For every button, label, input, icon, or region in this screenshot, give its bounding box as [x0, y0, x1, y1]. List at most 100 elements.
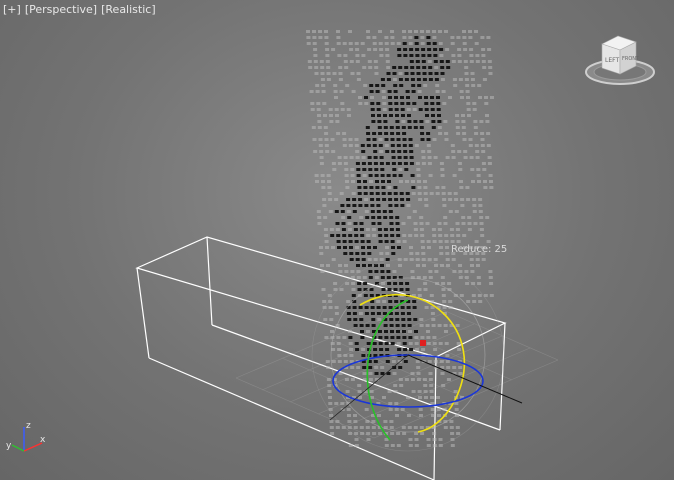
voxel [394, 312, 399, 315]
voxel [358, 204, 363, 207]
voxel [313, 60, 318, 63]
voxel [311, 126, 316, 129]
voxel [355, 156, 360, 159]
voxel [398, 66, 403, 69]
voxel [362, 366, 367, 369]
voxel [376, 210, 381, 213]
voxel [424, 108, 429, 111]
voxel [347, 426, 352, 429]
voxel [374, 174, 379, 177]
voxel [359, 216, 364, 219]
voxel [480, 36, 485, 39]
voxel [318, 138, 323, 141]
viewcube-icon[interactable]: LEFT FRONT [584, 30, 660, 90]
voxel [392, 168, 397, 171]
voxel [329, 228, 334, 231]
voxel [474, 132, 479, 135]
voxel [405, 180, 409, 183]
box-wireframe[interactable] [135, 236, 507, 480]
voxel [346, 210, 351, 213]
voxel [413, 318, 418, 321]
voxel [384, 342, 389, 345]
voxel [466, 108, 471, 111]
voxel [346, 108, 351, 111]
voxel [444, 30, 448, 33]
voxel [373, 246, 377, 249]
voxel [455, 426, 460, 429]
voxel [352, 306, 357, 309]
voxel [354, 342, 359, 345]
voxel [427, 360, 432, 363]
voxel [347, 222, 352, 225]
voxel [475, 156, 480, 159]
voxel [327, 294, 332, 297]
voxel [391, 360, 396, 363]
voxel [432, 36, 437, 39]
voxel [455, 126, 460, 129]
voxel [388, 300, 393, 303]
voxel [319, 246, 323, 249]
viewcube-face-left[interactable]: LEFT [605, 57, 619, 64]
voxel [312, 36, 317, 39]
voxel [323, 114, 327, 117]
voxel [369, 180, 373, 183]
scene-canvas[interactable] [0, 0, 674, 480]
voxel [390, 330, 394, 333]
voxel [358, 96, 362, 99]
voxel [433, 156, 438, 159]
voxel [461, 120, 466, 123]
gizmo-ring-screen[interactable] [359, 293, 466, 433]
voxel [470, 264, 474, 267]
voxel [464, 276, 469, 279]
voxel [378, 240, 383, 243]
voxel [382, 198, 387, 201]
axis-x-label: x [40, 435, 46, 445]
voxel [439, 252, 444, 255]
voxel [358, 306, 363, 309]
viewport-plus-menu[interactable]: [+] [3, 3, 21, 16]
voxel [476, 174, 481, 177]
perspective-viewport[interactable]: [+] [Perspective] [Realistic] Reduce: 25… [0, 0, 674, 480]
viewport-shading-menu[interactable]: [Realistic] [101, 3, 156, 16]
voxel [449, 420, 454, 423]
voxel [448, 210, 453, 213]
axis-tripod-icon: z x y [6, 421, 46, 452]
voxel [321, 288, 326, 291]
voxel [356, 174, 361, 177]
voxel [410, 270, 415, 273]
voxel [438, 234, 443, 237]
viewport-view-menu[interactable]: [Perspective] [25, 3, 97, 16]
voxel [402, 138, 407, 141]
voxel [480, 132, 485, 135]
voxel [325, 246, 329, 249]
voxel [315, 90, 320, 93]
voxel [428, 66, 433, 69]
voxel [345, 180, 349, 183]
voxel [385, 246, 389, 249]
voxel [469, 258, 474, 261]
voxel [420, 240, 425, 243]
voxel [395, 126, 400, 129]
viewcube-face-front[interactable]: FRONT [622, 56, 640, 62]
voxel [418, 408, 423, 411]
voxel [335, 228, 340, 231]
voxel [327, 390, 332, 393]
voxel [363, 180, 367, 183]
voxel [451, 54, 456, 57]
voxel [324, 36, 329, 39]
voxel [351, 294, 356, 297]
voxel [428, 270, 433, 273]
voxel [386, 174, 391, 177]
voxel [417, 390, 422, 393]
voxel [331, 162, 336, 165]
voxel [403, 48, 408, 51]
voxel [336, 132, 341, 135]
voxel [423, 192, 428, 195]
voxel [419, 426, 424, 429]
voxel [421, 60, 426, 63]
voxel [320, 72, 325, 75]
voxel [366, 36, 371, 39]
voxel [393, 90, 398, 93]
voxel [357, 282, 362, 285]
voxel [487, 48, 492, 51]
